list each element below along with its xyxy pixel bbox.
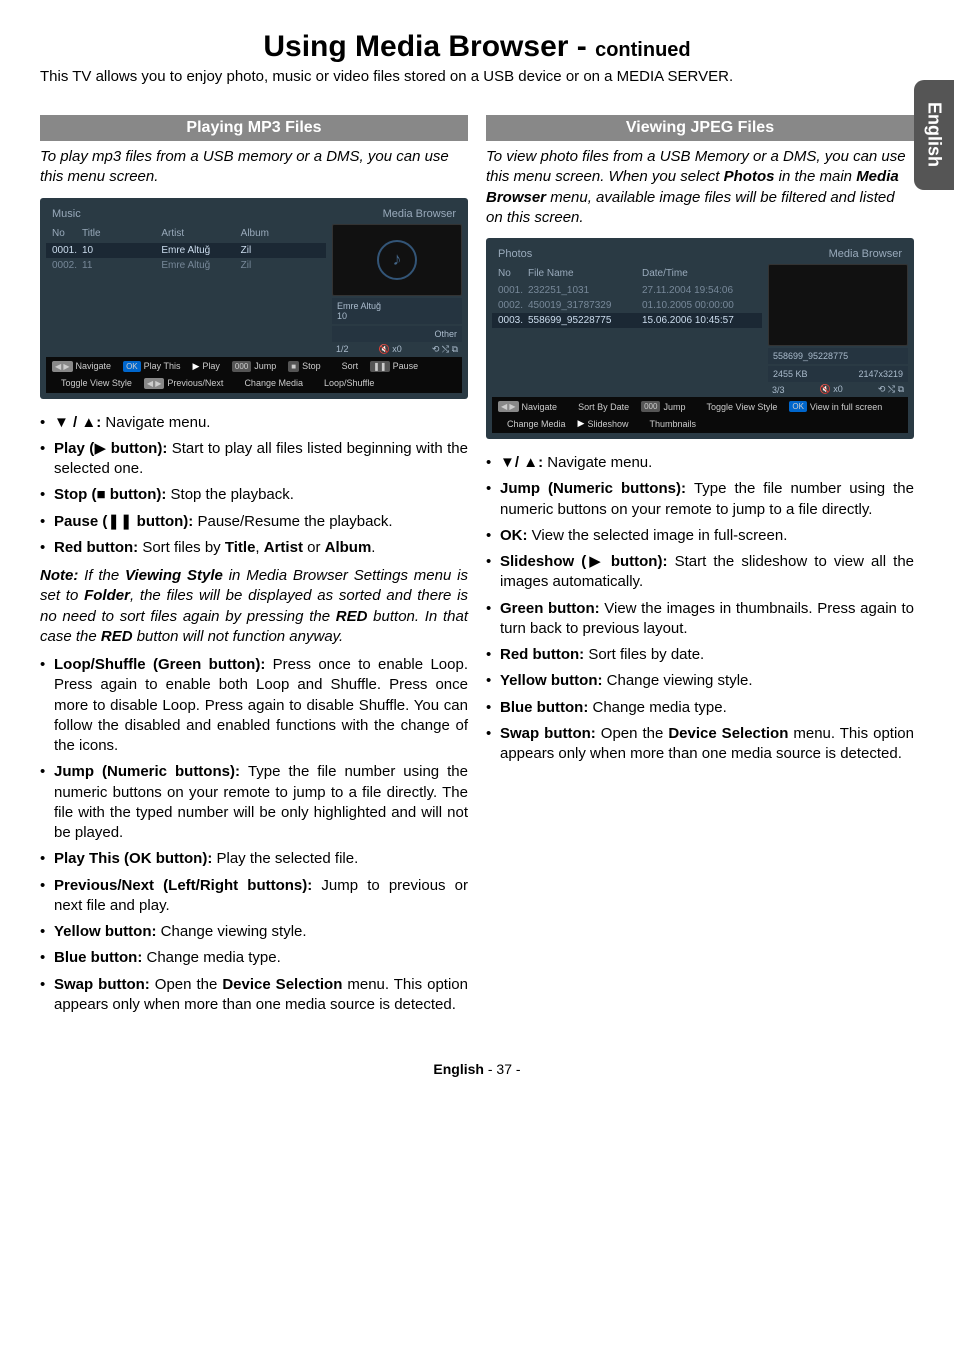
music-footer-bar: ◀ ▶Navigate OKPlay This ▶Play 000Jump ■S…: [46, 357, 462, 393]
counter: 1/2: [336, 344, 349, 354]
right-lead: To view photo files from a USB Memory or…: [486, 147, 914, 228]
volume-icon: 🔇 x0: [820, 384, 843, 395]
list-item: Red button: Sort files by Title, Artist …: [40, 538, 468, 558]
photos-screenshot: Photos Media Browser No File Name Date/T…: [486, 238, 914, 439]
list-item: Loop/Shuffle (Green button): Press once …: [40, 655, 468, 756]
language-side-tab: English: [914, 80, 954, 190]
col-artist: Artist: [161, 228, 240, 239]
preview-filename: 558699_95228775: [768, 348, 908, 364]
list-item: Yellow button: Change viewing style.: [40, 922, 468, 942]
table-row: 0002. 450019_31787329 01.10.2005 00:00:0…: [492, 298, 762, 313]
right-section-heading: Viewing JPEG Files: [486, 115, 914, 141]
music-screen-title: Music: [52, 208, 81, 220]
list-item: Stop (■ button): Stop the playback.: [40, 485, 468, 505]
preview-dims: 2147x3219: [858, 369, 903, 379]
photo-preview-icon: [768, 264, 908, 346]
mode-icons: ⟲ ⤭ ⧉: [432, 344, 458, 355]
left-section-heading: Playing MP3 Files: [40, 115, 468, 141]
col-no: No: [52, 228, 82, 239]
intro-text: This TV allows you to enjoy photo, music…: [40, 68, 914, 85]
photos-screen-corner: Media Browser: [829, 248, 902, 260]
list-item: Play This (OK button): Play the selected…: [40, 849, 468, 869]
list-item: Blue button: Change media type.: [486, 698, 914, 718]
list-item: ▼/ ▲: Navigate menu.: [486, 453, 914, 473]
counter: 3/3: [772, 385, 785, 395]
table-row: 0001. 10 Emre Altuğ Zil: [46, 243, 326, 258]
note: Note: If the Viewing Style in Media Brow…: [40, 566, 468, 647]
list-item: Red button: Sort files by date.: [486, 645, 914, 665]
col-album: Album: [241, 228, 320, 239]
page-footer: English - 37 -: [40, 1061, 914, 1077]
preview-artist: Emre Altuğ: [337, 301, 457, 311]
left-lead: To play mp3 files from a USB memory or a…: [40, 147, 468, 188]
mode-icons: ⟲ ⤭ ⧉: [878, 384, 904, 395]
col-title: Title: [82, 228, 161, 239]
title-main: Using Media Browser -: [263, 30, 595, 63]
list-item: Swap button: Open the Device Selection m…: [486, 724, 914, 765]
list-item: ▼ / ▲: Navigate menu.: [40, 413, 468, 433]
photos-screen-title: Photos: [498, 248, 532, 260]
volume-icon: 🔇 x0: [379, 344, 402, 355]
title-suffix: continued: [595, 39, 691, 61]
list-item: Play (▶ button): Start to play all files…: [40, 439, 468, 480]
music-preview-icon: ♪: [332, 224, 462, 296]
music-screen-corner: Media Browser: [383, 208, 456, 220]
right-content: ▼/ ▲: Navigate menu. Jump (Numeric butto…: [486, 453, 914, 764]
list-item: Slideshow (▶ button): Start the slidesho…: [486, 552, 914, 593]
music-screenshot: Music Media Browser No Title Artist Albu…: [40, 198, 468, 399]
list-item: Jump (Numeric buttons): Type the file nu…: [486, 479, 914, 520]
preview-size: 2455 KB: [773, 369, 808, 379]
table-row: 0001. 232251_1031 27.11.2004 19:54:06: [492, 283, 762, 298]
preview-track: 10: [337, 311, 457, 321]
photos-footer-bar: ◀ ▶Navigate Sort By Date 000Jump Toggle …: [492, 397, 908, 433]
table-row: 0002. 11 Emre Altuğ Zil: [46, 258, 326, 273]
list-item: Pause (❚❚ button): Pause/Resume the play…: [40, 512, 468, 532]
list-item: Previous/Next (Left/Right buttons): Jump…: [40, 876, 468, 917]
list-item: OK: View the selected image in full-scre…: [486, 526, 914, 546]
preview-genre: Other: [332, 326, 462, 342]
list-item: Yellow button: Change viewing style.: [486, 671, 914, 691]
page-title: Using Media Browser - continued: [40, 30, 914, 64]
list-item: Blue button: Change media type.: [40, 948, 468, 968]
left-content: ▼ / ▲: Navigate menu. Play (▶ button): S…: [40, 413, 468, 1016]
table-row: 0003. 558699_95228775 15.06.2006 10:45:5…: [492, 313, 762, 328]
list-item: Jump (Numeric buttons): Type the file nu…: [40, 762, 468, 843]
list-item: Swap button: Open the Device Selection m…: [40, 975, 468, 1016]
list-item: Green button: View the images in thumbna…: [486, 599, 914, 640]
